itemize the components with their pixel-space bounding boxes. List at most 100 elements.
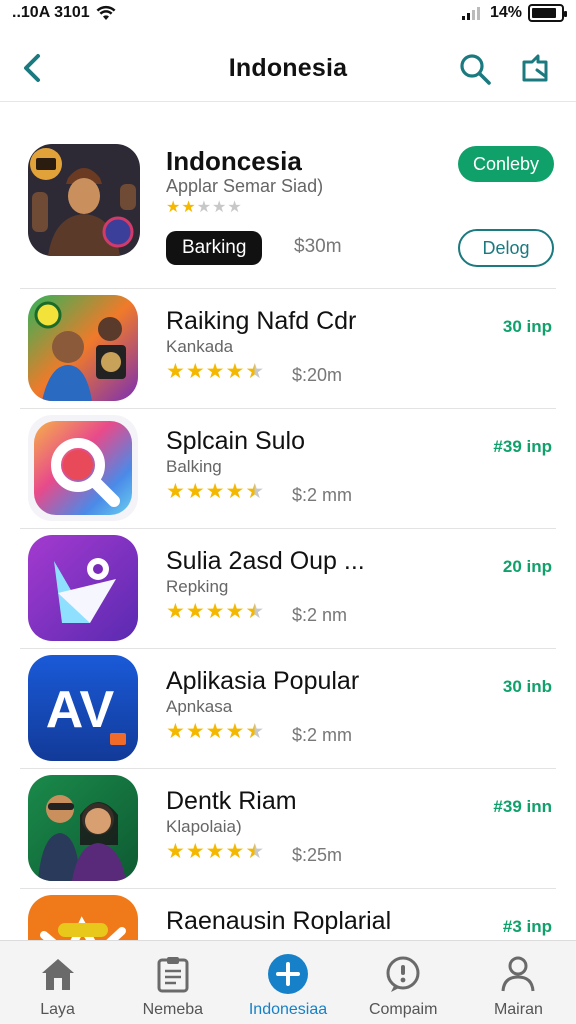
- star-icon: ★: [212, 199, 227, 216]
- play-store-icon: [28, 535, 138, 641]
- featured-app[interactable]: Indoncesia Applar Semar Siad) ★ ★ ★ ★ ★ Bark…: [20, 114, 556, 289]
- magnifier-icon: [28, 415, 138, 521]
- star-icon: ★: [205, 360, 225, 383]
- tab-compaim[interactable]: Compaim: [346, 941, 461, 1024]
- star-icon: ★: [181, 199, 196, 216]
- app-size: #3 inp: [502, 917, 552, 936]
- tab-laya[interactable]: Laya: [0, 941, 115, 1024]
- details-button[interactable]: Delog: [458, 229, 554, 267]
- star-icon: ★: [166, 199, 181, 216]
- star-icon: ★: [185, 360, 205, 383]
- app-rating: ★ ★ ★ ★ ★: [166, 841, 264, 862]
- star-icon: ★: [245, 480, 265, 503]
- tab-mairan[interactable]: Mairan: [461, 941, 576, 1024]
- tab-label: Compaim: [368, 1001, 438, 1018]
- star-icon: ★: [225, 360, 245, 383]
- app-list: Indoncesia Applar Semar Siad) ★ ★ ★ ★ ★ Bark…: [0, 114, 576, 940]
- rank-badge[interactable]: Barking: [166, 231, 263, 265]
- get-button[interactable]: Conleby: [458, 146, 554, 182]
- star-icon: ★: [166, 480, 185, 503]
- app-rating: ★ ★ ★ ★ ★: [166, 361, 264, 382]
- star-icon: ★: [205, 720, 225, 743]
- app-title: Raiking Nafd Cdr: [166, 307, 357, 335]
- battery-percent: 14%: [489, 4, 522, 21]
- star-icon: ★: [205, 840, 225, 863]
- signal-icon: [461, 7, 480, 20]
- search-icon: [460, 54, 491, 85]
- status-bar: ..10A 3101 14%: [0, 0, 576, 26]
- back-button[interactable]: [14, 50, 50, 86]
- app-price: $:2 mm: [292, 725, 353, 745]
- share-icon: [522, 54, 548, 82]
- app-subtitle: Repking: [166, 577, 229, 596]
- app-size: #39 inn: [493, 797, 552, 816]
- character-icon: [28, 144, 140, 256]
- tab-nemeba[interactable]: Nemeba: [115, 941, 230, 1024]
- app-price: $:25m: [292, 845, 343, 865]
- person-icon: [497, 953, 539, 995]
- search-button[interactable]: [456, 50, 494, 88]
- share-button[interactable]: [516, 50, 554, 88]
- star-icon: ★: [245, 600, 265, 623]
- list-item[interactable]: Splcain Sulo Balking ★ ★ ★ ★ ★ $:2 mm #39 in…: [20, 409, 556, 529]
- star-icon: ★: [185, 600, 205, 623]
- star-icon: ★: [225, 720, 245, 743]
- star-icon: ★: [225, 840, 245, 863]
- list-item[interactable]: Sulia 2asd Oup ... Repking ★ ★ ★ ★ ★ $:2 nm …: [20, 529, 556, 649]
- app-subtitle: Balking: [166, 457, 222, 476]
- tab-label: Laya: [40, 1001, 75, 1018]
- star-icon: ★: [196, 199, 212, 216]
- app-rating: ★ ★ ★ ★ ★: [166, 721, 264, 742]
- orange-app-icon: [28, 895, 138, 940]
- app-subtitle: Apnkasa: [166, 697, 233, 716]
- nav-bar: Indonesia: [0, 36, 576, 102]
- list-item[interactable]: AV Aplikasia Popular Apnkasa ★ ★ ★ ★ ★ $:2 m…: [20, 649, 556, 769]
- tab-label: Nemeba: [142, 1001, 204, 1018]
- featured-subtitle: Applar Semar Siad): [166, 176, 324, 196]
- star-icon: ★: [245, 360, 265, 383]
- star-icon: ★: [166, 600, 185, 623]
- app-price: $:20m: [292, 365, 343, 385]
- star-icon: ★: [245, 720, 265, 743]
- star-icon: ★: [225, 480, 245, 503]
- app-subtitle: Kankada: [166, 337, 234, 356]
- star-icon: ★: [205, 600, 225, 623]
- star-icon: ★: [185, 720, 205, 743]
- list-item[interactable]: Raenausin Roplarial #3 inp: [20, 889, 556, 940]
- featured-title: Indoncesia: [166, 146, 302, 176]
- battery-fill: [532, 8, 556, 18]
- featured-price: $30m: [294, 236, 342, 257]
- people-collage-icon: [28, 295, 138, 401]
- app-title: Dentk Riam: [166, 787, 297, 815]
- av-letters-icon: AV: [28, 655, 138, 761]
- star-icon: ★: [185, 480, 205, 503]
- clipboard-icon: [152, 953, 194, 995]
- tab-indonesia[interactable]: Indonesiaa: [230, 941, 345, 1024]
- star-icon: ★: [225, 600, 245, 623]
- app-price: $:2 nm: [292, 605, 348, 625]
- app-size: #39 inp: [493, 437, 552, 456]
- svg-text:AV: AV: [46, 681, 115, 739]
- tab-label: Indonesiaa: [248, 1001, 328, 1018]
- wifi-icon: [96, 5, 116, 20]
- featured-rating: ★ ★ ★ ★ ★: [166, 200, 242, 216]
- battery-icon: [528, 4, 567, 22]
- list-item[interactable]: Raiking Nafd Cdr Kankada ★ ★ ★ ★ ★ $:20m 30 …: [20, 289, 556, 409]
- app-subtitle: Klapolaia): [166, 817, 242, 836]
- bottom-tab-bar: Laya Nemeba Indonesiaa Compaim Mairan: [0, 940, 576, 1024]
- app-size: 20 inp: [502, 557, 552, 576]
- star-icon: ★: [185, 840, 205, 863]
- people-photo-icon: [28, 775, 138, 881]
- plus-circle-icon: [267, 953, 309, 995]
- app-size: 30 inb: [502, 677, 552, 696]
- app-title: Sulia 2asd Oup ...: [166, 547, 365, 575]
- list-item[interactable]: Dentk Riam Klapolaia) ★ ★ ★ ★ ★ $:25m #39 in…: [20, 769, 556, 889]
- star-icon: ★: [166, 840, 185, 863]
- tab-label: Mairan: [493, 1001, 543, 1018]
- app-rating: ★ ★ ★ ★ ★: [166, 481, 264, 502]
- home-icon: [37, 953, 79, 995]
- star-icon: ★: [245, 840, 265, 863]
- chat-icon: [382, 953, 424, 995]
- app-title: Aplikasia Popular: [166, 667, 360, 695]
- chevron-left-icon: [24, 54, 40, 82]
